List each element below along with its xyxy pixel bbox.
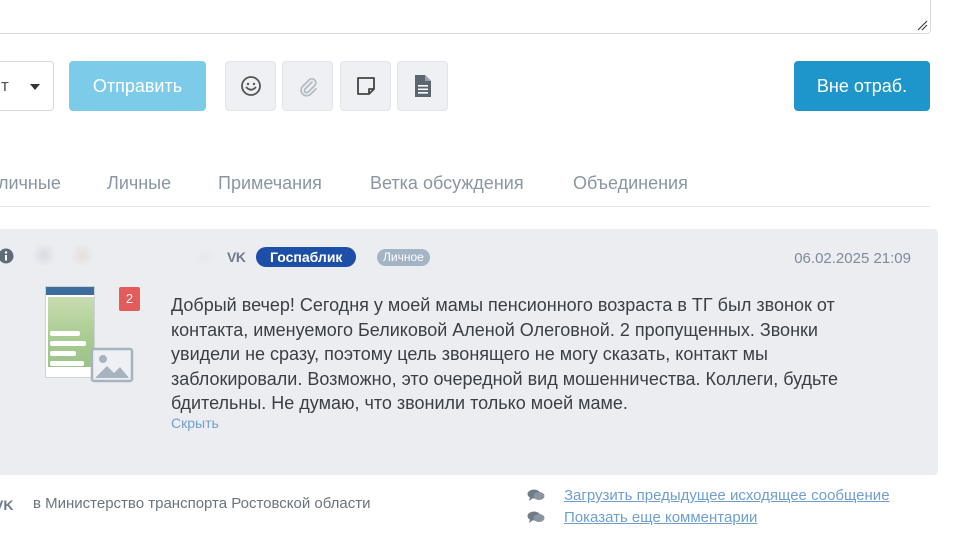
tab-merges[interactable]: Объединения <box>573 173 688 194</box>
blurred-author-detail <box>190 250 220 264</box>
show-more-comments-link[interactable]: Показать еще комментарии <box>564 509 757 526</box>
image-icon <box>90 347 134 383</box>
attachment-count-badge: 2 <box>119 287 140 311</box>
recipient-label: в Министерство транспорта Ростовской обл… <box>33 495 371 512</box>
comments-icon <box>527 511 545 523</box>
vk-icon: VK <box>227 249 246 265</box>
send-button[interactable]: Отправить <box>69 61 206 111</box>
message-textarea[interactable] <box>0 0 931 34</box>
hide-link[interactable]: Скрыть <box>171 415 219 431</box>
tab-discussion-thread[interactable]: Ветка обсуждения <box>370 173 524 194</box>
tab-notes[interactable]: Примечания <box>218 173 322 194</box>
comments-icon <box>527 489 545 501</box>
document-icon <box>414 75 431 97</box>
message-date: 06.02.2025 21:09 <box>794 250 911 267</box>
load-previous-link[interactable]: Загрузить предыдущее исходящее сообщение <box>564 487 890 504</box>
chevron-down-icon <box>30 84 40 90</box>
channel-select-value: т <box>1 76 9 95</box>
message-text: Добрый вечер! Сегодня у моей мамы пенсио… <box>171 295 839 414</box>
template-button[interactable] <box>397 61 448 111</box>
info-icon[interactable] <box>0 248 14 264</box>
blurred-avatar <box>30 244 58 266</box>
attach-button[interactable] <box>282 61 333 111</box>
note-button[interactable] <box>340 61 391 111</box>
gospublic-badge: Госпаблик <box>256 247 357 267</box>
paperclip-icon <box>299 78 317 97</box>
resize-handle-icon[interactable] <box>916 19 928 31</box>
tab-nonpersonal[interactable]: личные <box>0 173 61 194</box>
emoji-icon <box>240 76 261 96</box>
tab-personal[interactable]: Личные <box>107 173 171 194</box>
tab-bar: личные Личные Примечания Ветка обсуждени… <box>0 160 930 207</box>
personal-badge: Личное <box>377 249 430 266</box>
vk-icon: VK <box>0 497 14 513</box>
emoji-button[interactable] <box>225 61 276 111</box>
note-icon <box>356 77 375 95</box>
away-status-button[interactable]: Вне отраб. <box>794 61 930 111</box>
channel-select[interactable]: т <box>0 61 54 111</box>
attachment-thumbnail[interactable] <box>45 286 95 378</box>
blurred-author-name <box>68 244 96 266</box>
